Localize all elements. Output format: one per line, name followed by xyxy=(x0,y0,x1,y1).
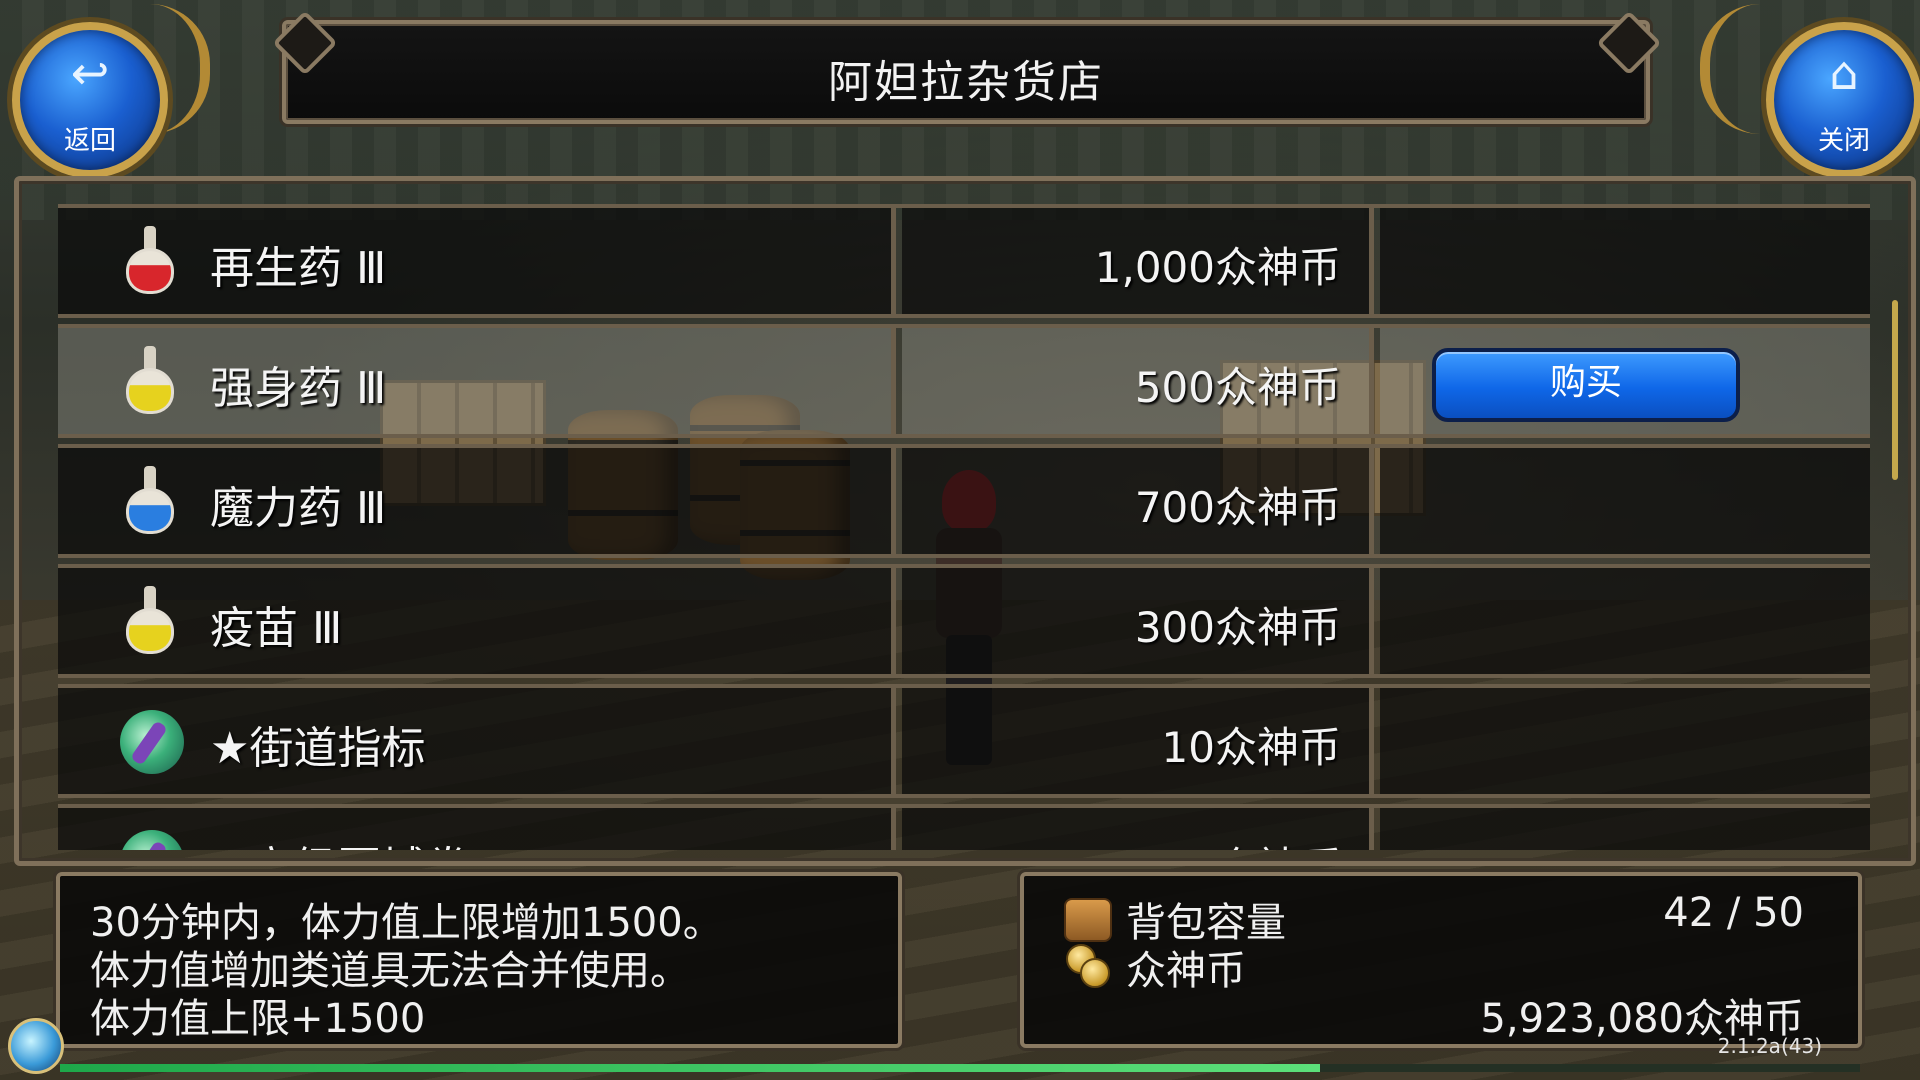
item-action-cell xyxy=(1380,808,1870,850)
item-price: 500众神币 xyxy=(1134,363,1341,412)
item-price: 700众神币 xyxy=(1134,483,1341,532)
item-row[interactable]: 疫苗 Ⅲ 300众神币 xyxy=(58,564,1870,678)
shop-title-bar: 阿妲拉杂货店 xyxy=(282,20,1650,124)
item-name: 疫苗 Ⅲ xyxy=(210,603,343,654)
item-action-cell xyxy=(1380,448,1870,554)
item-name-cell: ★街道指标 xyxy=(58,688,896,794)
item-row[interactable]: 强身药 Ⅲ 500众神币 购买 xyxy=(58,324,1870,438)
item-price-cell: 700众神币 xyxy=(902,448,1374,554)
menu-orb-icon[interactable] xyxy=(8,1018,64,1074)
item-row[interactable]: ★高级回城卷 10众神币 xyxy=(58,804,1870,850)
item-name-cell: ★高级回城卷 xyxy=(58,808,896,850)
item-name: ★高级回城卷 xyxy=(210,832,469,850)
item-list[interactable]: 再生药 Ⅲ 1,000众神币强身药 Ⅲ 500众神币 购买魔力药 Ⅲ 700众神币疫苗 … xyxy=(58,204,1870,850)
item-name: 魔力药 Ⅲ xyxy=(210,483,387,534)
item-price-cell: 500众神币 xyxy=(902,328,1374,434)
home-icon: ⌂ xyxy=(1829,46,1859,100)
item-action-cell xyxy=(1380,208,1870,314)
item-name-cell: 魔力药 Ⅲ xyxy=(58,448,896,554)
item-description-panel: 30分钟内，体力值上限增加1500。 体力值增加类道具无法合并使用。 体力值上限… xyxy=(56,872,902,1048)
back-arrow-icon: ↩ xyxy=(70,46,110,100)
scroll-icon xyxy=(120,826,184,850)
item-name-cell: 再生药 Ⅲ xyxy=(58,208,896,314)
item-action-cell: 购买 xyxy=(1380,328,1870,434)
item-price: 10众神币 xyxy=(1161,723,1341,772)
back-button[interactable]: ↩ 返回 xyxy=(12,22,168,178)
item-price: 10众神币 xyxy=(1162,834,1341,850)
item-row[interactable]: ★街道指标 10众神币 xyxy=(58,684,1870,798)
item-price: 300众神币 xyxy=(1134,603,1341,652)
item-action-cell xyxy=(1380,568,1870,674)
potion-yellow-icon xyxy=(120,586,180,656)
item-name-cell: 强身药 Ⅲ xyxy=(58,328,896,434)
item-name: ★街道指标 xyxy=(210,723,426,774)
close-button[interactable]: ⌂ 关闭 xyxy=(1766,22,1920,178)
description-line: 体力值上限+1500 xyxy=(90,996,426,1042)
item-name: 再生药 Ⅲ xyxy=(210,243,387,294)
backpack-icon xyxy=(1064,898,1112,942)
buy-button[interactable]: 购买 xyxy=(1432,348,1740,422)
close-button-label: 关闭 xyxy=(1817,126,1870,156)
item-price-cell: 300众神币 xyxy=(902,568,1374,674)
back-button-label: 返回 xyxy=(63,126,116,156)
currency-label: 众神币 xyxy=(1126,948,1246,994)
loading-progress-fill xyxy=(60,1064,1320,1072)
item-action-cell xyxy=(1380,688,1870,794)
item-name: 强身药 Ⅲ xyxy=(210,363,387,414)
item-price-cell: 10众神币 xyxy=(902,688,1374,794)
potion-yellow-icon xyxy=(120,346,180,416)
item-price-cell: 10众神币 xyxy=(902,808,1374,850)
version-label: 2.1.2a(43) xyxy=(1717,1034,1822,1058)
item-price: 1,000众神币 xyxy=(1094,243,1341,292)
potion-red-icon xyxy=(120,226,180,296)
loading-progress-bar xyxy=(60,1064,1860,1072)
game-screen: 阿妲拉杂货店 ↩ 返回 ⌂ 关闭 再生药 Ⅲ 1,000众神币强身药 Ⅲ 500众神… xyxy=(0,0,1920,1080)
inventory-panel: 背包容量 42 / 50 众神币 5,923,080众神币 xyxy=(1020,872,1862,1048)
street-marker-icon xyxy=(120,706,184,776)
coins-icon xyxy=(1064,942,1110,988)
item-name-cell: 疫苗 Ⅲ xyxy=(58,568,896,674)
item-price-cell: 1,000众神币 xyxy=(902,208,1374,314)
bag-capacity-value: 42 / 50 xyxy=(1663,890,1804,936)
list-scrollbar[interactable] xyxy=(1892,300,1898,480)
item-row[interactable]: 再生药 Ⅲ 1,000众神币 xyxy=(58,204,1870,318)
item-row[interactable]: 魔力药 Ⅲ 700众神币 xyxy=(58,444,1870,558)
shop-title: 阿妲拉杂货店 xyxy=(828,57,1104,108)
potion-blue-icon xyxy=(120,466,180,536)
